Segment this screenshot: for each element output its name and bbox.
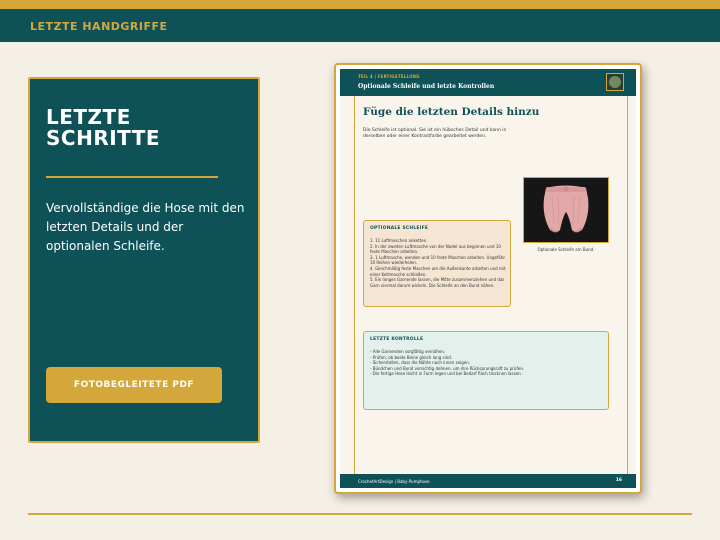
document-page: TEIL 4 | FERTIGSTELLUNG Optionale Schlei… bbox=[340, 69, 636, 488]
document-footer: CrochetArtDesign | Baby-Pumphose 16 bbox=[340, 474, 636, 488]
intro-card: LETZTE SCHRITTE Vervollständige die Hose… bbox=[28, 77, 260, 443]
document-border-left bbox=[354, 96, 355, 474]
check-list: - Alle Garnenden sorgfältig vernähen. - … bbox=[370, 349, 604, 377]
top-accent-stripe bbox=[0, 0, 720, 9]
document-intro: Die Schleife ist optional. Sie ist ein h… bbox=[363, 128, 507, 139]
slide-header-title: LETZTE HANDGRIFFE bbox=[30, 20, 168, 33]
footer-text: CrochetArtDesign | Baby-Pumphose bbox=[358, 478, 430, 484]
bow-steps-list: 1. 11 Luftmaschen anketten. 2. In der zw… bbox=[370, 238, 506, 288]
final-check-box: LETZTE KONTROLLE - Alle Garnenden sorgfä… bbox=[363, 331, 609, 410]
page-number: 16 bbox=[615, 478, 622, 483]
card-heading: LETZTE SCHRITTE bbox=[46, 105, 161, 150]
document-preview: TEIL 4 | FERTIGSTELLUNG Optionale Schlei… bbox=[334, 63, 642, 494]
crochet-pants-photo bbox=[523, 177, 609, 243]
bow-instructions-box: OPTIONALE SCHLEIFE 1. 11 Luftmaschen ank… bbox=[363, 220, 511, 307]
list-item: 2. In der zweiten Luftmasche von der Nad… bbox=[370, 243, 501, 255]
check-box-title: LETZTE KONTROLLE bbox=[370, 337, 424, 342]
bottom-divider bbox=[28, 513, 692, 515]
list-item: - Die fertige Hose leicht in Form legen … bbox=[370, 371, 522, 377]
photo-pdf-button[interactable]: FOTOBEGLEITETE PDF bbox=[46, 367, 222, 403]
document-title: Füge die letzten Details hinzu bbox=[363, 106, 540, 118]
photo-caption: Optionale Schleife am Bund. bbox=[537, 247, 595, 252]
document-header: TEIL 4 | FERTIGSTELLUNG Optionale Schlei… bbox=[340, 69, 636, 96]
list-item: 5. Ein langes Garnende lassen, die Mitte… bbox=[370, 277, 505, 288]
list-item: 3. 1 Luftmasche, wenden und 10 feste Mas… bbox=[370, 254, 506, 266]
bow-box-title: OPTIONALE SCHLEIFE bbox=[370, 226, 429, 231]
card-description: Vervollständige die Hose mit den letzten… bbox=[46, 201, 245, 253]
document-border-right bbox=[627, 96, 628, 474]
document-header-title: Optionale Schleife und letzte Kontrollen bbox=[358, 83, 495, 90]
brand-logo-icon bbox=[606, 73, 624, 91]
list-item: 4. Gleichmäßig feste Maschen um die Auße… bbox=[370, 265, 506, 277]
document-section-label: TEIL 4 | FERTIGSTELLUNG bbox=[358, 74, 420, 79]
card-divider bbox=[46, 176, 218, 178]
